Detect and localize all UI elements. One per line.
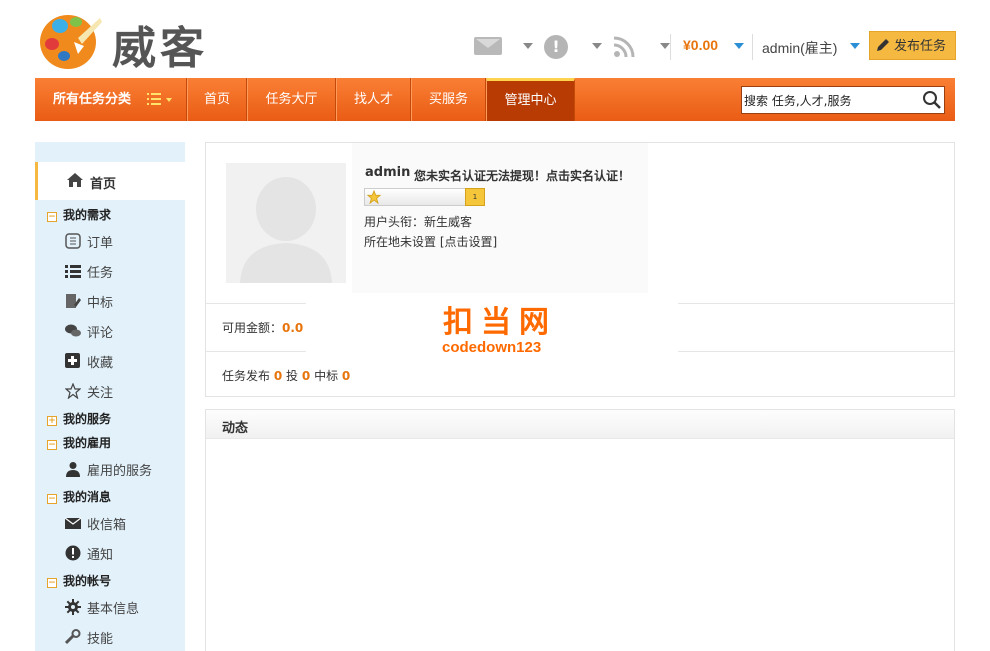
sidebar-item-label: 基本信息 <box>87 602 140 617</box>
user-icon <box>66 462 80 477</box>
chevron-down-icon[interactable] <box>850 43 860 49</box>
collapse-icon[interactable]: − <box>47 494 57 504</box>
credit-level-bar: 1 <box>364 188 485 206</box>
sidebar-group-demand[interactable]: − 我的需求 <box>47 206 111 223</box>
profile-panel: admin 您未实名认证无法提现！点击实名认证！ 1 用户头衔：新生威客 所在地… <box>205 142 955 397</box>
logo-icon[interactable] <box>38 8 104 72</box>
sidebar-group-label: 我的服务 <box>63 412 112 426</box>
nav-buy-service[interactable]: 买服务 <box>411 78 486 121</box>
expand-icon[interactable]: + <box>47 416 57 426</box>
win-label: 中标 <box>314 369 339 383</box>
gear-icon <box>65 599 81 615</box>
exclamation-icon[interactable]: ! <box>544 35 568 59</box>
mail-icon[interactable] <box>474 37 502 55</box>
sidebar-item-label: 收藏 <box>87 356 114 371</box>
home-icon <box>67 173 83 187</box>
task-stats: 任务发布 0 投 0 中标 0 <box>222 367 350 384</box>
dynamics-panel: 动态 <box>205 409 955 651</box>
sidebar-group-label: 我的需求 <box>63 208 112 222</box>
user-menu[interactable]: admin(雇主) <box>762 38 837 58</box>
avatar[interactable] <box>226 163 346 283</box>
sidebar-item-label: 通知 <box>87 548 114 563</box>
envelope-icon <box>65 517 81 529</box>
category-menu[interactable]: 所有任务分类 <box>35 78 187 121</box>
sidebar: 首页 − 我的需求 订单 任务 中标 评论 收藏 关注 + 我的服务 − 我的雇用 雇… <box>35 142 185 651</box>
nav-home[interactable]: 首页 <box>187 78 247 121</box>
divider <box>752 34 753 60</box>
sidebar-item-label: 技能 <box>87 632 114 647</box>
username: admin <box>365 165 411 180</box>
balance-label: 可用金额： <box>222 321 283 335</box>
exclamation-circle-icon <box>65 545 81 561</box>
sidebar-item-label: 评论 <box>87 326 114 341</box>
chevron-down-icon[interactable] <box>734 43 744 49</box>
verify-link[interactable]: 您未实名认证无法提现！点击实名认证！ <box>414 167 630 184</box>
user-title: 用户头衔：新生威客 <box>364 215 473 229</box>
nav-management-center[interactable]: 管理中心 <box>486 78 575 121</box>
chevron-down-icon <box>166 98 172 102</box>
order-icon <box>65 233 81 249</box>
location-setting[interactable]: 所在地未设置 [点击设置] <box>364 233 497 250</box>
sidebar-group-account[interactable]: − 我的帐号 <box>47 572 111 589</box>
watermark-title: 扣当网 <box>443 305 557 340</box>
sidebar-item-label: 首页 <box>90 177 117 192</box>
search-input[interactable] <box>744 90 914 110</box>
watermark-subtitle: codedown123 <box>442 339 542 356</box>
sidebar-group-message[interactable]: − 我的消息 <box>47 488 111 505</box>
pencil-icon <box>877 39 889 51</box>
task-publish-label: 任务发布 <box>222 369 271 383</box>
sidebar-item-label: 关注 <box>87 386 114 401</box>
level-badge: 1 <box>465 188 485 206</box>
edit-document-icon <box>66 294 81 308</box>
search-icon[interactable] <box>922 90 942 110</box>
brand-name[interactable]: 威客 <box>112 12 208 76</box>
sidebar-group-label: 我的消息 <box>63 490 112 504</box>
collapse-icon[interactable]: − <box>47 212 57 222</box>
sidebar-item-label: 任务 <box>87 266 114 281</box>
task-publish-value: 0 <box>273 369 283 383</box>
list-icon <box>65 265 81 278</box>
main-nav: 所有任务分类 首页 任务大厅 找人才 买服务 管理中心 <box>35 78 955 121</box>
bid-value: 0 <box>301 369 311 383</box>
dynamics-title: 动态 <box>222 421 249 436</box>
nav-find-talent[interactable]: 找人才 <box>336 78 411 121</box>
sidebar-item-label: 雇用的服务 <box>87 464 153 479</box>
header: 威客 ! ¥0.00 admin(雇主) 发布任务 <box>0 0 990 78</box>
sidebar-item-home[interactable]: 首页 <box>35 162 185 200</box>
sidebar-item-label: 中标 <box>87 296 114 311</box>
collapse-icon[interactable]: − <box>47 578 57 588</box>
rss-icon[interactable] <box>612 35 636 59</box>
chevron-down-icon[interactable] <box>660 43 670 49</box>
sidebar-item-label: 订单 <box>87 236 114 251</box>
dynamics-header: 动态 <box>206 410 954 439</box>
list-icon <box>147 93 161 105</box>
sidebar-group-service[interactable]: + 我的服务 <box>47 410 111 427</box>
comments-icon <box>65 324 81 337</box>
win-value: 0 <box>341 369 351 383</box>
sidebar-group-label: 我的雇用 <box>63 436 112 450</box>
star-icon <box>367 190 381 204</box>
publish-task-label: 发布任务 <box>894 38 947 53</box>
sidebar-group-label: 我的帐号 <box>63 574 112 588</box>
balance-amount[interactable]: ¥0.00 <box>683 37 718 53</box>
bid-label: 投 <box>286 369 299 383</box>
watermark: 扣当网 codedown123 <box>306 293 678 361</box>
balance-value: 0.0 <box>282 321 304 335</box>
available-balance: 可用金额：0.0 <box>222 319 303 336</box>
search-box <box>741 86 945 114</box>
plus-square-icon <box>65 353 80 368</box>
nav-task-hall[interactable]: 任务大厅 <box>247 78 336 121</box>
collapse-icon[interactable]: − <box>47 440 57 450</box>
sidebar-group-hire[interactable]: − 我的雇用 <box>47 434 111 451</box>
publish-task-button[interactable]: 发布任务 <box>869 31 956 60</box>
chevron-down-icon[interactable] <box>523 43 533 49</box>
category-label: 所有任务分类 <box>53 92 132 107</box>
sidebar-item-label: 收信箱 <box>87 518 127 533</box>
star-icon <box>65 383 81 399</box>
divider <box>670 34 671 60</box>
wrench-icon <box>65 629 81 645</box>
chevron-down-icon[interactable] <box>592 43 602 49</box>
